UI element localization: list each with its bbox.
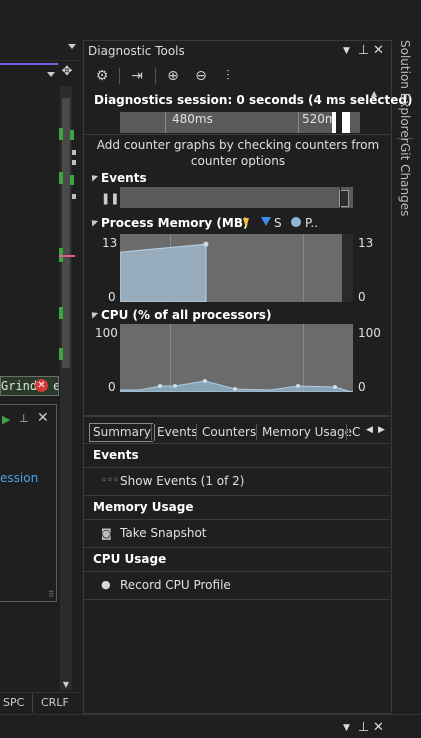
counter-hint: Add counter graphs by checking counters … <box>96 138 380 168</box>
overview-marker <box>72 150 76 155</box>
y-axis-max: 13 <box>102 236 118 250</box>
session-label: Diagnostics session: 0 seconds (4 ms sel… <box>94 93 413 107</box>
scroll-down-icon[interactable]: ▼ <box>60 680 72 690</box>
status-bar: SPC CRLF <box>0 692 80 713</box>
timeline-tick: 480ms <box>172 112 213 126</box>
status-line-ending[interactable]: CRLF <box>41 696 69 709</box>
close-icon[interactable]: ✕ <box>373 720 384 735</box>
resize-grip-icon[interactable]: ⠿ <box>48 590 54 599</box>
gc-legend-icon <box>261 217 271 226</box>
y-axis-min: 0 <box>108 380 116 394</box>
tab-cpu-usage[interactable]: C <box>348 423 365 442</box>
export-icon[interactable]: ⇥ <box>127 66 147 86</box>
y-axis-max: 13 <box>358 236 374 250</box>
gear-icon[interactable]: ⚙ <box>92 66 112 86</box>
window-menu-icon[interactable]: ▼ <box>343 46 350 56</box>
private-bytes-legend-icon <box>291 217 301 227</box>
scrollbar-thumb[interactable] <box>62 98 70 368</box>
change-marker <box>59 172 63 184</box>
events-icon: ◦◦◦ <box>101 475 119 486</box>
events-track[interactable] <box>120 187 353 208</box>
change-marker <box>59 307 63 319</box>
tab-memory-usage[interactable]: Memory Usage <box>258 423 357 442</box>
tab-git-changes[interactable]: Git Changes <box>398 143 412 216</box>
pause-icon[interactable]: ❚❚ <box>101 192 119 205</box>
cpu-label: CPU (% of all processors) <box>101 308 272 322</box>
show-events-link[interactable]: Show Events (1 of 2) <box>120 474 244 488</box>
change-marker <box>59 128 63 140</box>
highlighted-text: Grinde <box>0 376 59 396</box>
timeline-ruler[interactable]: 480ms 520m <box>120 112 360 133</box>
chevron-down-icon[interactable] <box>68 44 76 49</box>
memory-label: Process Memory (MB) <box>101 216 249 230</box>
zoom-out-icon[interactable]: ⊖ <box>191 66 211 86</box>
editor-member-dropdown[interactable] <box>0 63 58 83</box>
close-icon[interactable]: ✕ <box>373 43 384 58</box>
tab-solution-explorer[interactable]: Solution Explorer <box>398 40 412 143</box>
inner-tool-panel: ▶ ⊥ ✕ ession ⠿ <box>0 404 57 602</box>
y-axis-min: 0 <box>358 380 366 394</box>
events-heading: Events <box>93 448 139 462</box>
close-icon[interactable]: ✕ <box>37 410 49 426</box>
zoom-in-icon[interactable]: ⊕ <box>163 66 183 86</box>
events-label: Events <box>101 171 147 185</box>
record-cpu-profile-button[interactable]: Record CPU Profile <box>120 578 231 592</box>
panel-title: Diagnostic Tools <box>88 44 185 58</box>
y-axis-min: 0 <box>108 290 116 304</box>
snapshot-legend-icon <box>243 218 249 228</box>
cpu-graph[interactable] <box>120 324 353 392</box>
pin-icon[interactable]: ⊥ <box>19 412 29 425</box>
cpu-heading: CPU Usage <box>93 552 167 566</box>
tab-counters[interactable]: Counters <box>198 423 261 442</box>
change-marker <box>70 175 74 185</box>
change-marker <box>70 130 74 140</box>
change-marker <box>59 348 63 360</box>
record-icon: ● <box>101 578 111 591</box>
status-whitespace[interactable]: SPC <box>3 696 24 709</box>
split-editor-icon[interactable]: ✥ <box>60 64 74 80</box>
y-axis-min: 0 <box>358 290 366 304</box>
memory-heading: Memory Usage <box>93 500 194 514</box>
scroll-right-icon[interactable]: ▶ <box>378 425 385 435</box>
close-icon[interactable]: ✕ <box>35 379 48 392</box>
y-axis-max: 100 <box>358 326 381 340</box>
scroll-up-icon[interactable]: ▲ <box>371 89 377 98</box>
y-axis-max: 100 <box>95 326 118 340</box>
take-snapshot-button[interactable]: Take Snapshot <box>120 526 207 540</box>
caret-line-marker <box>59 255 75 257</box>
tab-events[interactable]: Events <box>153 423 202 442</box>
legend-label: P.. <box>305 216 318 230</box>
scroll-left-icon[interactable]: ◀ <box>366 425 373 435</box>
window-menu-icon[interactable]: ▼ <box>343 723 350 733</box>
chevron-down-icon <box>47 72 55 77</box>
overview-marker <box>72 160 76 165</box>
pin-icon[interactable]: ⊥ <box>358 43 369 58</box>
tab-summary[interactable]: Summary <box>89 423 155 442</box>
reset-zoom-icon[interactable]: ⫶ <box>218 66 238 86</box>
legend-label: S <box>274 216 282 230</box>
play-icon[interactable]: ▶ <box>2 413 10 426</box>
session-link[interactable]: ession <box>0 471 38 485</box>
editor-tab-strip <box>0 40 80 61</box>
memory-graph[interactable] <box>120 234 353 302</box>
pin-icon[interactable]: ⊥ <box>358 720 369 735</box>
overview-marker <box>72 194 76 199</box>
camera-icon: ◙ <box>101 527 112 540</box>
